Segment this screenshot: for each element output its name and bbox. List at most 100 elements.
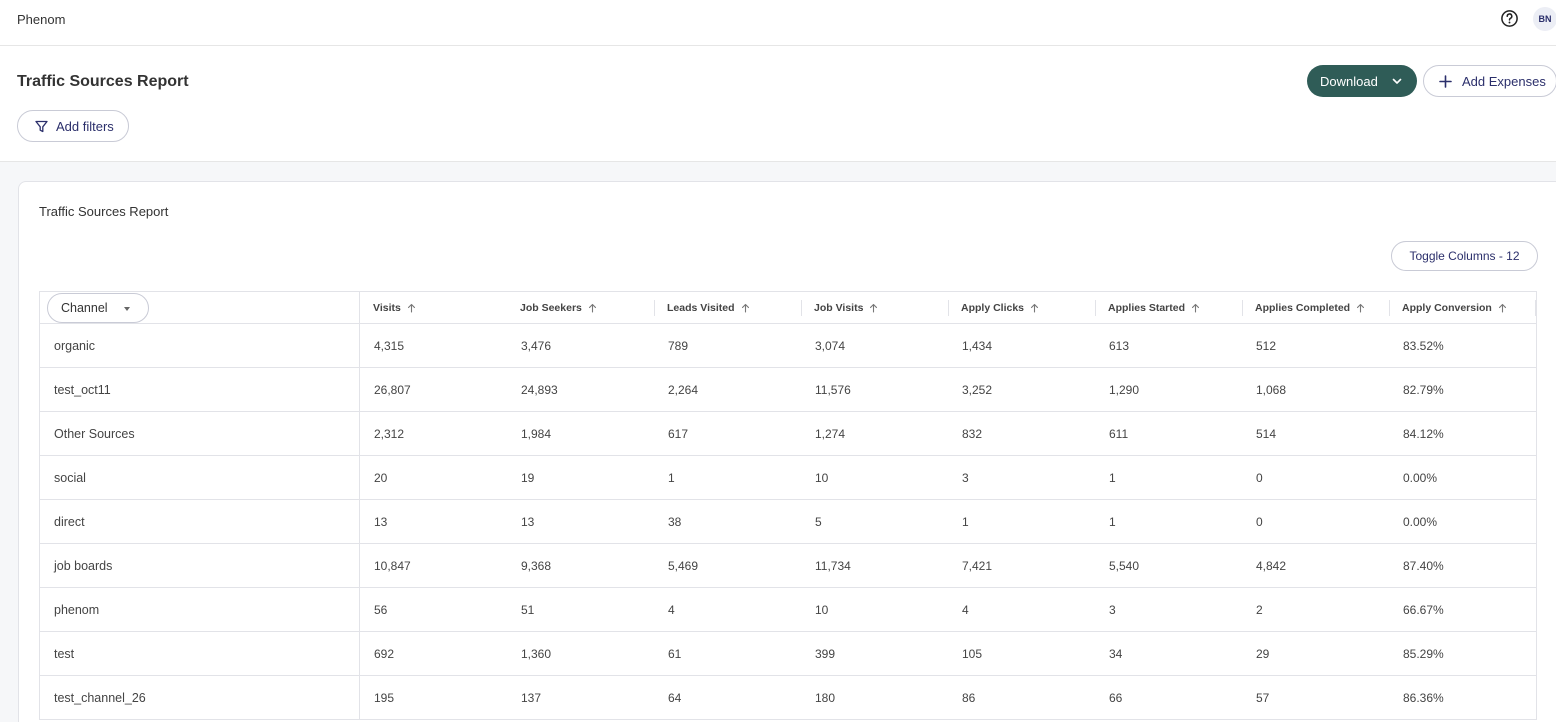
metric-cell: 1,984 [521, 426, 552, 441]
metric-cell: 5,469 [668, 558, 699, 573]
metric-cell: 4,315 [374, 338, 405, 353]
table-row[interactable]: direct 13 13 38 5 1 1 0 0.00% [40, 500, 1536, 544]
sort-arrow-up-icon[interactable] [869, 303, 878, 313]
table-row[interactable]: social 20 19 1 10 3 1 0 0.00% [40, 456, 1536, 500]
metric-cell: 9,368 [521, 558, 552, 573]
metric-cell: 11,576 [815, 382, 851, 397]
table-row[interactable]: test_channel_26 195 137 64 180 86 66 57 86.36% [40, 676, 1536, 720]
metric-cell: 399 [815, 646, 836, 661]
metric-cell: 19 [521, 470, 535, 485]
help-icon[interactable] [1500, 9, 1519, 28]
column-header-applies-completed[interactable]: Applies Completed [1242, 292, 1389, 323]
metric-cell: 2,264 [668, 382, 699, 397]
column-divider [1535, 300, 1536, 316]
brand-name: Phenom [17, 12, 66, 27]
table-row[interactable]: Other Sources 2,312 1,984 617 1,274 832 611 514… [40, 412, 1536, 456]
user-avatar[interactable]: BN [1533, 7, 1556, 31]
metric-cell: 57 [1256, 690, 1270, 705]
add-filters-button[interactable]: Add filters [17, 110, 129, 142]
metric-cell: 1 [962, 514, 969, 529]
metric-cell: 66 [1109, 690, 1123, 705]
column-header-apply-clicks[interactable]: Apply Clicks [948, 292, 1095, 323]
column-header-label: Visits [373, 301, 401, 314]
column-header-job-visits[interactable]: Job Visits [801, 292, 948, 323]
metric-cell: 692 [374, 646, 395, 661]
channel-cell: test_oct11 [40, 368, 360, 411]
metric-cell: 3,252 [962, 382, 993, 397]
metric-cell: 29 [1256, 646, 1270, 661]
metric-cell: 82.79% [1403, 382, 1444, 397]
metric-cell: 0.00% [1403, 470, 1438, 485]
download-button[interactable]: Download [1307, 65, 1417, 97]
sort-arrow-up-icon[interactable] [741, 303, 750, 313]
column-header-leads-visited[interactable]: Leads Visited [654, 292, 801, 323]
metric-cell: 87.40% [1403, 558, 1444, 573]
metric-cell: 34 [1109, 646, 1123, 661]
metric-cell: 0 [1256, 514, 1263, 529]
metric-cell: 13 [374, 514, 388, 529]
column-header-visits[interactable]: Visits [360, 292, 507, 323]
channel-dropdown[interactable]: Channel [47, 292, 149, 323]
metric-cell: 66.67% [1403, 602, 1444, 617]
column-header-label: Apply Conversion [1402, 301, 1492, 314]
metric-cell: 1,360 [521, 646, 552, 661]
column-header-label: Leads Visited [667, 301, 735, 314]
channel-cell: phenom [40, 588, 360, 631]
funnel-icon [35, 120, 48, 133]
metric-cell: 5,540 [1109, 558, 1140, 573]
table-row[interactable]: test 692 1,360 61 399 105 34 29 85.29% [40, 632, 1536, 676]
table-row[interactable]: organic 4,315 3,476 789 3,074 1,434 613 512 83.5… [40, 324, 1536, 368]
channel-cell: Other Sources [40, 412, 360, 455]
column-divider [1095, 300, 1096, 316]
metric-cell: 4 [668, 602, 675, 617]
chevron-down-icon [1392, 78, 1402, 84]
metric-cell: 10 [815, 470, 829, 485]
column-header-apply-conversion[interactable]: Apply Conversion [1389, 292, 1536, 323]
metric-cell: 64 [668, 690, 682, 705]
column-header-label: Apply Clicks [961, 301, 1025, 314]
top-bar: Phenom BN [0, 0, 1556, 46]
column-divider [948, 300, 949, 316]
table-row[interactable]: phenom 56 51 4 10 4 3 2 66.67% [40, 588, 1536, 632]
sort-arrow-up-icon[interactable] [1030, 303, 1039, 313]
metric-cell: 195 [374, 690, 395, 705]
table-row[interactable]: test_oct11 26,807 24,893 2,264 11,576 3,252 1,… [40, 368, 1536, 412]
metric-cell: 3,476 [521, 338, 552, 353]
sort-arrow-up-icon[interactable] [1498, 303, 1507, 313]
metric-cell: 137 [521, 690, 542, 705]
table-body: organic 4,315 3,476 789 3,074 1,434 613 512 83.5… [40, 324, 1536, 720]
metric-cell: 2 [1256, 602, 1263, 617]
sort-arrow-up-icon[interactable] [1191, 303, 1200, 313]
sort-arrow-up-icon[interactable] [407, 303, 416, 313]
metric-cell: 26,807 [374, 382, 411, 397]
column-header-label: Job Visits [814, 301, 864, 314]
metric-cell: 85.29% [1403, 646, 1444, 661]
metric-cell: 24,893 [521, 382, 558, 397]
column-divider [1389, 300, 1390, 316]
table-header-row: Channel Visits Job Seekers Leads Visited [40, 292, 1536, 324]
add-expenses-button[interactable]: Add Expenses [1423, 65, 1556, 97]
sort-arrow-up-icon[interactable] [1356, 303, 1365, 313]
channel-cell: job boards [40, 544, 360, 587]
sort-arrow-up-icon[interactable] [588, 303, 597, 313]
download-button-label: Download [1320, 73, 1378, 89]
column-header-applies-started[interactable]: Applies Started [1095, 292, 1242, 323]
metric-cell: 1 [1109, 470, 1116, 485]
traffic-sources-table: Channel Visits Job Seekers Leads Visited [39, 291, 1537, 720]
metric-cell: 7,421 [962, 558, 993, 573]
column-divider [1242, 300, 1243, 316]
column-divider [654, 300, 655, 316]
metric-cell: 20 [374, 470, 388, 485]
channel-cell: direct [40, 500, 360, 543]
column-header-label: Job Seekers [520, 301, 582, 314]
toggle-columns-button[interactable]: Toggle Columns - 12 [1391, 241, 1538, 271]
metric-cell: 617 [668, 426, 689, 441]
metric-cell: 2,312 [374, 426, 405, 441]
column-header-label: Applies Started [1108, 301, 1186, 314]
card-title: Traffic Sources Report [39, 204, 169, 219]
table-row[interactable]: job boards 10,847 9,368 5,469 11,734 7,421 5,5… [40, 544, 1536, 588]
add-expenses-label: Add Expenses [1462, 73, 1546, 89]
metric-cell: 3 [962, 470, 969, 485]
page-header: Traffic Sources Report Download Add Expe… [0, 46, 1556, 162]
column-header-job-seekers[interactable]: Job Seekers [507, 292, 654, 323]
